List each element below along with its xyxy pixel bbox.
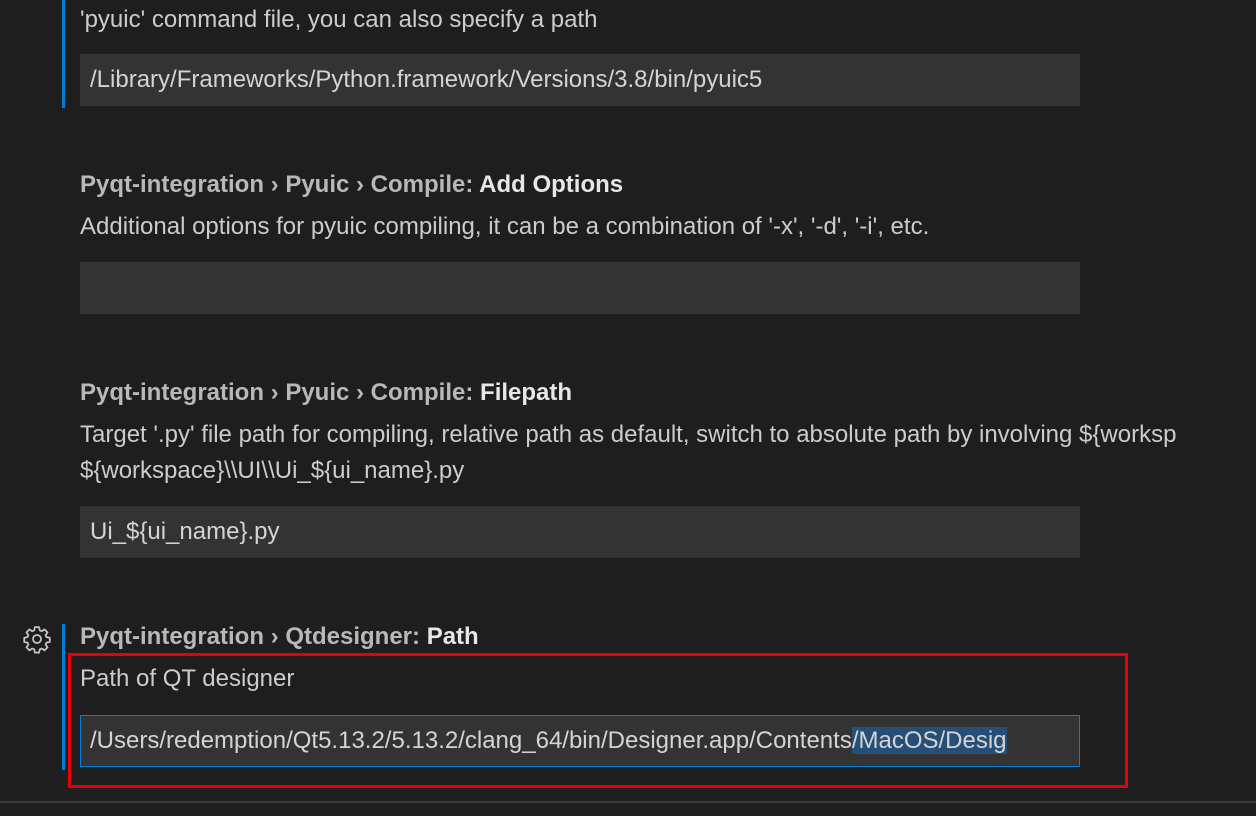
setting-description: Target '.py' file path for compiling, re… [80,421,1177,448]
panel-divider [0,801,1256,803]
settings-editor: 'pyuic' command file, you can also speci… [0,0,1256,816]
setting-description-example: ${workspace}\\UI\\Ui_${ui_name}.py [80,457,465,484]
setting-name: Path [426,623,479,650]
focus-indicator [62,624,65,770]
setting-category: Pyqt-integration › Pyuic › Compile: [80,379,481,406]
filepath-input[interactable]: Ui_${ui_name}.py [80,506,1080,558]
setting-category: Pyqt-integration › Pyuic › Compile: [80,171,480,198]
pyuic-cmd-input[interactable]: /Library/Frameworks/Python.framework/Ver… [80,54,1080,106]
setting-title: Pyqt-integration › Qtdesigner: Path [80,622,479,652]
setting-title: Pyqt-integration › Pyuic › Compile: File… [80,378,572,408]
setting-name: Add Options [479,171,624,198]
gear-icon[interactable] [22,624,52,654]
focus-indicator [62,0,65,108]
setting-description: Path of QT designer [80,665,295,692]
setting-description: Additional options for pyuic compiling, … [80,213,930,240]
setting-name: Filepath [480,379,573,406]
setting-category: Pyqt-integration › Qtdesigner: [80,623,427,650]
add-options-input[interactable] [80,262,1080,314]
setting-description: 'pyuic' command file, you can also speci… [80,6,598,33]
qtdesigner-path-input[interactable]: /Users/redemption/Qt5.13.2/5.13.2/clang_… [80,715,1080,767]
input-selected-text: /MacOS/Desig [851,727,1007,754]
setting-title: Pyqt-integration › Pyuic › Compile: Add … [80,170,623,200]
input-text: /Users/redemption/Qt5.13.2/5.13.2/clang_… [90,727,852,754]
